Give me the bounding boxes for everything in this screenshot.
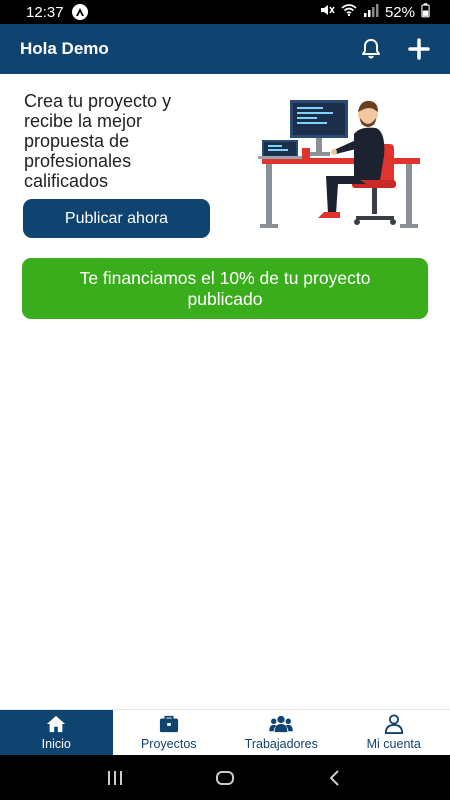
battery-icon	[421, 2, 430, 22]
home-button-icon[interactable]	[210, 763, 240, 793]
recent-apps-icon[interactable]	[100, 763, 130, 793]
nav-label-mi-cuenta: Mi cuenta	[366, 737, 421, 751]
signal-icon	[363, 3, 379, 21]
users-icon	[269, 715, 294, 733]
nav-item-proyectos[interactable]: Proyectos	[113, 710, 226, 755]
app-bar: Hola Demo	[0, 24, 450, 74]
nav-item-mi-cuenta[interactable]: Mi cuenta	[338, 710, 450, 755]
developer-at-desk-illustration	[258, 100, 420, 228]
wifi-icon	[341, 3, 357, 21]
plus-icon[interactable]	[406, 36, 432, 62]
nav-label-proyectos: Proyectos	[140, 737, 197, 751]
back-icon[interactable]	[320, 763, 350, 793]
home-icon	[47, 715, 66, 733]
nav-item-trabajadores[interactable]: Trabajadores	[225, 710, 338, 755]
app-notification-icon	[71, 4, 88, 20]
publish-now-button[interactable]: Publicar ahora	[23, 199, 210, 238]
hero-section: Crea tu proyecto y recibe la mejor propu…	[0, 74, 450, 244]
status-left: 12:37	[26, 4, 88, 21]
status-time: 12:37	[26, 3, 64, 21]
battery-text: 52%	[384, 3, 415, 21]
hero-text: Crea tu proyecto y recibe la mejor propu…	[24, 91, 172, 191]
nav-item-inicio[interactable]: Inicio	[0, 710, 113, 755]
system-nav-bar	[0, 755, 450, 800]
mute-icon	[319, 3, 335, 21]
status-bar: 12:37 52%	[0, 0, 450, 24]
nav-label-trabajadores: Trabajadores	[244, 737, 318, 751]
user-icon	[384, 714, 403, 734]
app-actions	[358, 36, 432, 62]
bottom-nav: Inicio Proyectos Trabajadores Mi cuenta	[0, 709, 450, 755]
briefcase-icon	[159, 715, 178, 733]
bell-icon[interactable]	[358, 36, 384, 62]
financing-banner[interactable]: Te financiamos el 10% de tu proyecto pub…	[22, 258, 428, 319]
status-right: 52%	[319, 2, 430, 22]
app-title: Hola Demo	[20, 39, 109, 58]
nav-label-inicio: Inicio	[41, 737, 71, 751]
